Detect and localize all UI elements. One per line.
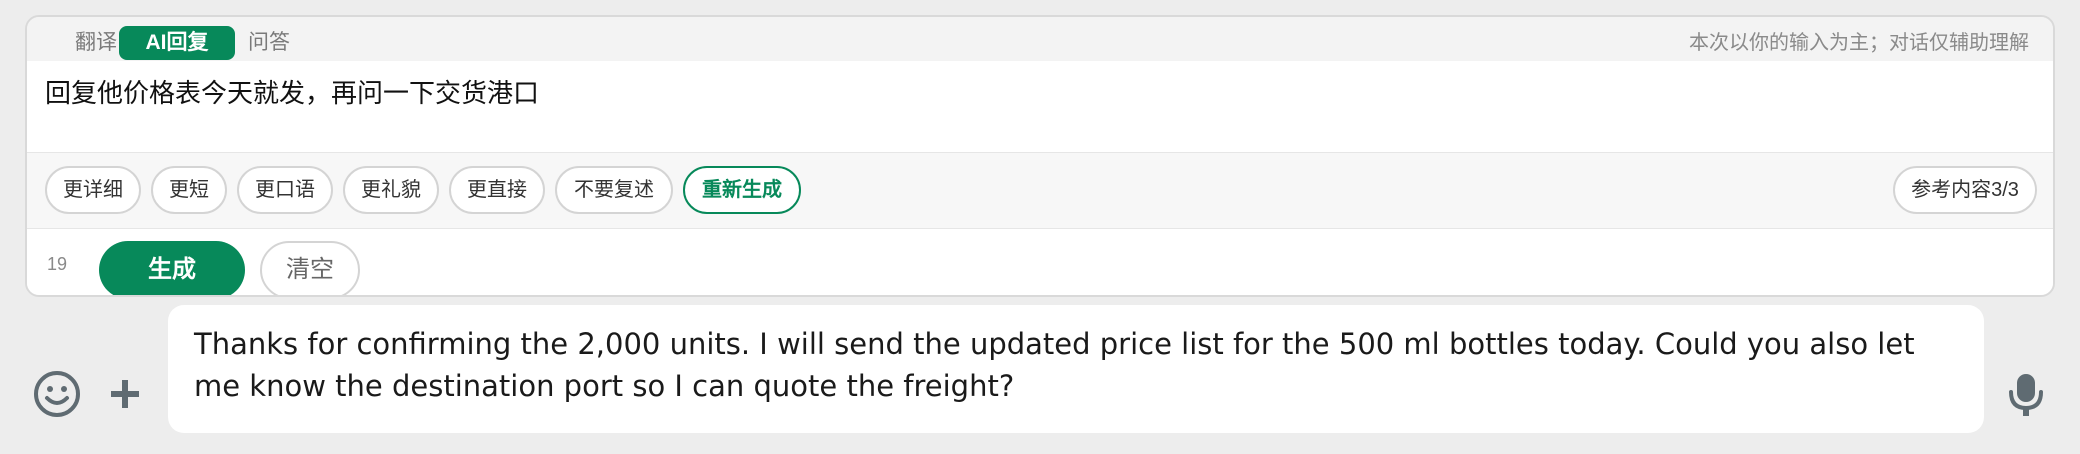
plus-icon[interactable]: [99, 368, 151, 420]
message-input[interactable]: Thanks for confirming the 2,000 units. I…: [168, 305, 1984, 433]
char-count: 19: [47, 254, 68, 274]
clear-button[interactable]: 清空: [260, 241, 360, 295]
chip-more-colloquial[interactable]: 更口语: [237, 166, 333, 214]
mode-bar: 翻译 AI回复 问答 本次以你的输入为主；对话仅辅助理解: [27, 17, 2053, 61]
instruction-area[interactable]: 回复他价格表今天就发，再问一下交货港口: [27, 61, 2053, 153]
generate-button[interactable]: 生成: [99, 241, 245, 295]
instruction-input[interactable]: 回复他价格表今天就发，再问一下交货港口: [45, 75, 539, 111]
refine-chip-row: 更详细 更短 更口语 更礼貌 更直接 不要复述 重新生成 参考内容3/3: [27, 153, 2053, 229]
chip-no-restate[interactable]: 不要复述: [555, 166, 673, 214]
composer-bar: Thanks for confirming the 2,000 units. I…: [0, 297, 2080, 454]
emoji-icon[interactable]: [31, 368, 83, 420]
input-hint: 本次以你的输入为主；对话仅辅助理解: [1689, 32, 2029, 54]
ai-assistant-panel: 翻译 AI回复 问答 本次以你的输入为主；对话仅辅助理解 回复他价格表今天就发，…: [25, 15, 2055, 297]
chip-more-detailed[interactable]: 更详细: [45, 166, 141, 214]
chip-shorter[interactable]: 更短: [151, 166, 227, 214]
action-row: 19 生成 清空: [27, 229, 2053, 295]
microphone-icon[interactable]: [2000, 368, 2052, 420]
chip-more-direct[interactable]: 更直接: [449, 166, 545, 214]
chip-more-polite[interactable]: 更礼貌: [343, 166, 439, 214]
regenerate-button[interactable]: 重新生成: [683, 166, 801, 214]
tab-qa[interactable]: 问答: [241, 26, 297, 60]
tab-ai-reply[interactable]: AI回复: [119, 26, 235, 60]
reference-content-button[interactable]: 参考内容3/3: [1893, 166, 2037, 214]
